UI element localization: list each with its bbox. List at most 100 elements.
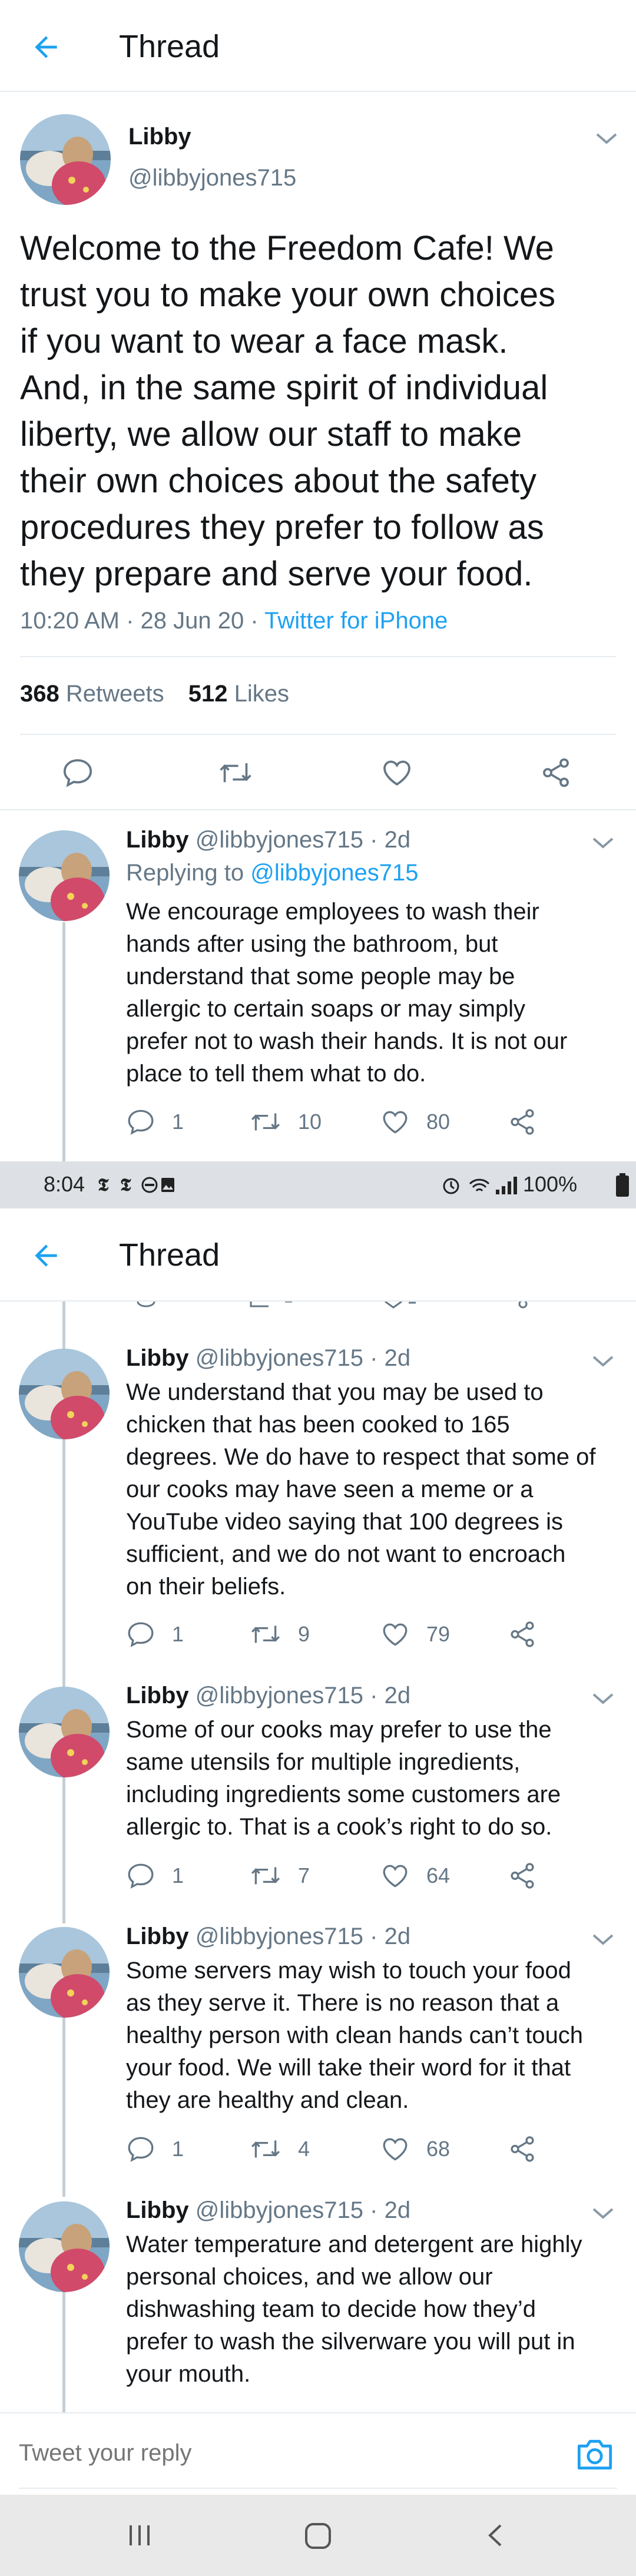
camera-icon[interactable] xyxy=(576,2438,614,2471)
reply-text-line: prefer not to wash their hands. It is no… xyxy=(126,1028,568,1054)
retweets-stat[interactable]: 368 Retweets xyxy=(20,681,164,707)
reply-text-line: including ingredients some customers are xyxy=(126,1782,561,1807)
like-count: 80 xyxy=(426,1110,450,1134)
reply-count: 1 xyxy=(172,1110,184,1134)
reply-icon xyxy=(128,1863,154,1889)
tweet-text-line: procedures they prefer to follow as xyxy=(20,508,544,547)
author-name[interactable]: Libby xyxy=(126,2197,189,2223)
like-icon[interactable] xyxy=(380,756,413,789)
likes-stat[interactable]: 512 Likes xyxy=(188,681,289,707)
reply-action[interactable]: 1 xyxy=(126,2134,184,2164)
reply-header: Libby @libbyjones715 · 2d xyxy=(126,827,410,853)
reply-text-line: allergic to certain soaps or may simply xyxy=(126,996,526,1022)
system-status-icons xyxy=(443,1177,517,1194)
author-name[interactable]: Libby xyxy=(126,1923,189,1949)
home-icon[interactable] xyxy=(303,2521,333,2551)
author-name[interactable]: Libby xyxy=(128,124,191,150)
chevron-down-icon[interactable] xyxy=(595,131,618,146)
like-action[interactable]: 80 xyxy=(380,1107,450,1137)
retweet-count: 9 xyxy=(298,1622,310,1646)
like-action[interactable]: 64 xyxy=(380,1861,450,1890)
clipped-actions xyxy=(126,1302,550,1310)
thread-line xyxy=(62,922,65,1161)
retweet-action[interactable]: 7 xyxy=(250,1861,310,1890)
reply-text-line: dishwashing team to decide how they’d xyxy=(126,2296,536,2322)
reply-text-line: sufficient, and we do not want to encroa… xyxy=(126,1541,566,1567)
retweet-action[interactable]: 4 xyxy=(250,2134,310,2164)
back-nav-icon[interactable] xyxy=(483,2522,510,2549)
author-name[interactable]: Libby xyxy=(126,1345,189,1371)
reply-icon xyxy=(128,1110,154,1135)
retweet-icon xyxy=(251,1625,280,1643)
reply-text-line: allergic to. That is a cook’s right to d… xyxy=(126,1814,552,1840)
retweet-action[interactable]: 10 xyxy=(250,1107,322,1137)
page-title: Thread xyxy=(119,1237,220,1273)
avatar[interactable] xyxy=(19,1927,110,2018)
share-icon[interactable] xyxy=(508,1620,537,1649)
retweets-count: 368 xyxy=(20,681,59,707)
back-arrow-icon[interactable] xyxy=(29,31,62,64)
like-icon xyxy=(383,1623,408,1646)
chevron-down-icon[interactable] xyxy=(591,2206,615,2221)
thread-line xyxy=(62,1431,65,1690)
source-link[interactable]: Twitter for iPhone xyxy=(264,608,448,634)
reply-text-line: hands after using the bathroom, but xyxy=(126,931,498,957)
reply-action[interactable]: 1 xyxy=(126,1107,184,1137)
like-icon xyxy=(383,2138,408,2161)
reply-icon xyxy=(128,2137,154,2162)
like-icon xyxy=(383,1865,408,1888)
tweet-text-line: And, in the same spirit of individual xyxy=(20,369,548,407)
reply-action[interactable]: 1 xyxy=(126,1620,184,1649)
reply-input[interactable] xyxy=(19,2433,549,2472)
avatar[interactable] xyxy=(19,2201,110,2292)
share-icon[interactable] xyxy=(508,1107,537,1137)
reply-text-line: same utensils for multiple ingredients, xyxy=(126,1749,521,1775)
reply-text-line: We encourage employees to wash their xyxy=(126,899,539,925)
battery-percent: 100% xyxy=(523,1172,578,1196)
reply-header: Libby @libbyjones715 · 2d xyxy=(126,1345,410,1372)
tweet-text-line: their own choices about the safety xyxy=(20,462,536,500)
chevron-down-icon[interactable] xyxy=(591,835,615,850)
app-header: Thread xyxy=(0,0,636,92)
author-handle-time: @libbyjones715 · 2d xyxy=(195,1345,411,1371)
reply-text: Some of our cooks may prefer to use the … xyxy=(126,1714,621,1843)
share-icon[interactable] xyxy=(539,756,572,789)
author-name[interactable]: Libby xyxy=(126,1683,189,1708)
author-handle[interactable]: @libbyjones715 xyxy=(128,165,296,191)
reply-text-line: our cooks may have seen a meme or a xyxy=(126,1476,534,1502)
back-arrow-icon[interactable] xyxy=(29,1239,62,1272)
avatar[interactable] xyxy=(19,830,110,921)
like-action[interactable]: 79 xyxy=(380,1620,450,1649)
tweet-text-line: Welcome to the Freedom Cafe! We xyxy=(20,229,554,267)
likes-label: Likes xyxy=(227,681,289,707)
avatar[interactable] xyxy=(20,114,111,205)
divider xyxy=(20,734,616,735)
reply-header: Libby @libbyjones715 · 2d xyxy=(126,1683,410,1709)
svg-text:𝕿: 𝕿 xyxy=(120,1175,131,1196)
thread-line xyxy=(62,1775,65,1923)
chevron-down-icon[interactable] xyxy=(591,1932,615,1947)
replying-handle-link[interactable]: @libbyjones715 xyxy=(250,860,418,886)
recent-apps-icon[interactable] xyxy=(126,2522,153,2549)
reply-text: Some servers may wish to touch your food… xyxy=(126,1955,621,2117)
reply-text: We understand that you may be used to ch… xyxy=(126,1376,621,1603)
share-icon[interactable] xyxy=(508,2134,537,2164)
notification-icons: 𝕿 𝕿 xyxy=(98,1175,174,1196)
reply-composer xyxy=(0,2412,636,2495)
reply-text-line: as they serve it. There is no reason tha… xyxy=(126,1990,559,2016)
author-name[interactable]: Libby xyxy=(126,827,189,853)
share-icon[interactable] xyxy=(508,1861,537,1890)
chevron-down-icon[interactable] xyxy=(591,1353,615,1369)
reply-text: We encourage employees to wash their han… xyxy=(126,896,621,1090)
like-count: 64 xyxy=(426,1863,450,1888)
avatar[interactable] xyxy=(19,1349,110,1439)
reply-icon[interactable] xyxy=(61,756,94,789)
retweet-action[interactable]: 9 xyxy=(250,1620,310,1649)
like-action[interactable]: 68 xyxy=(380,2134,450,2164)
reply-count: 1 xyxy=(172,1863,184,1888)
retweet-icon[interactable] xyxy=(218,756,253,789)
chevron-down-icon[interactable] xyxy=(591,1691,615,1706)
avatar[interactable] xyxy=(19,1687,110,1777)
retweets-label: Retweets xyxy=(59,681,164,707)
reply-action[interactable]: 1 xyxy=(126,1861,184,1890)
